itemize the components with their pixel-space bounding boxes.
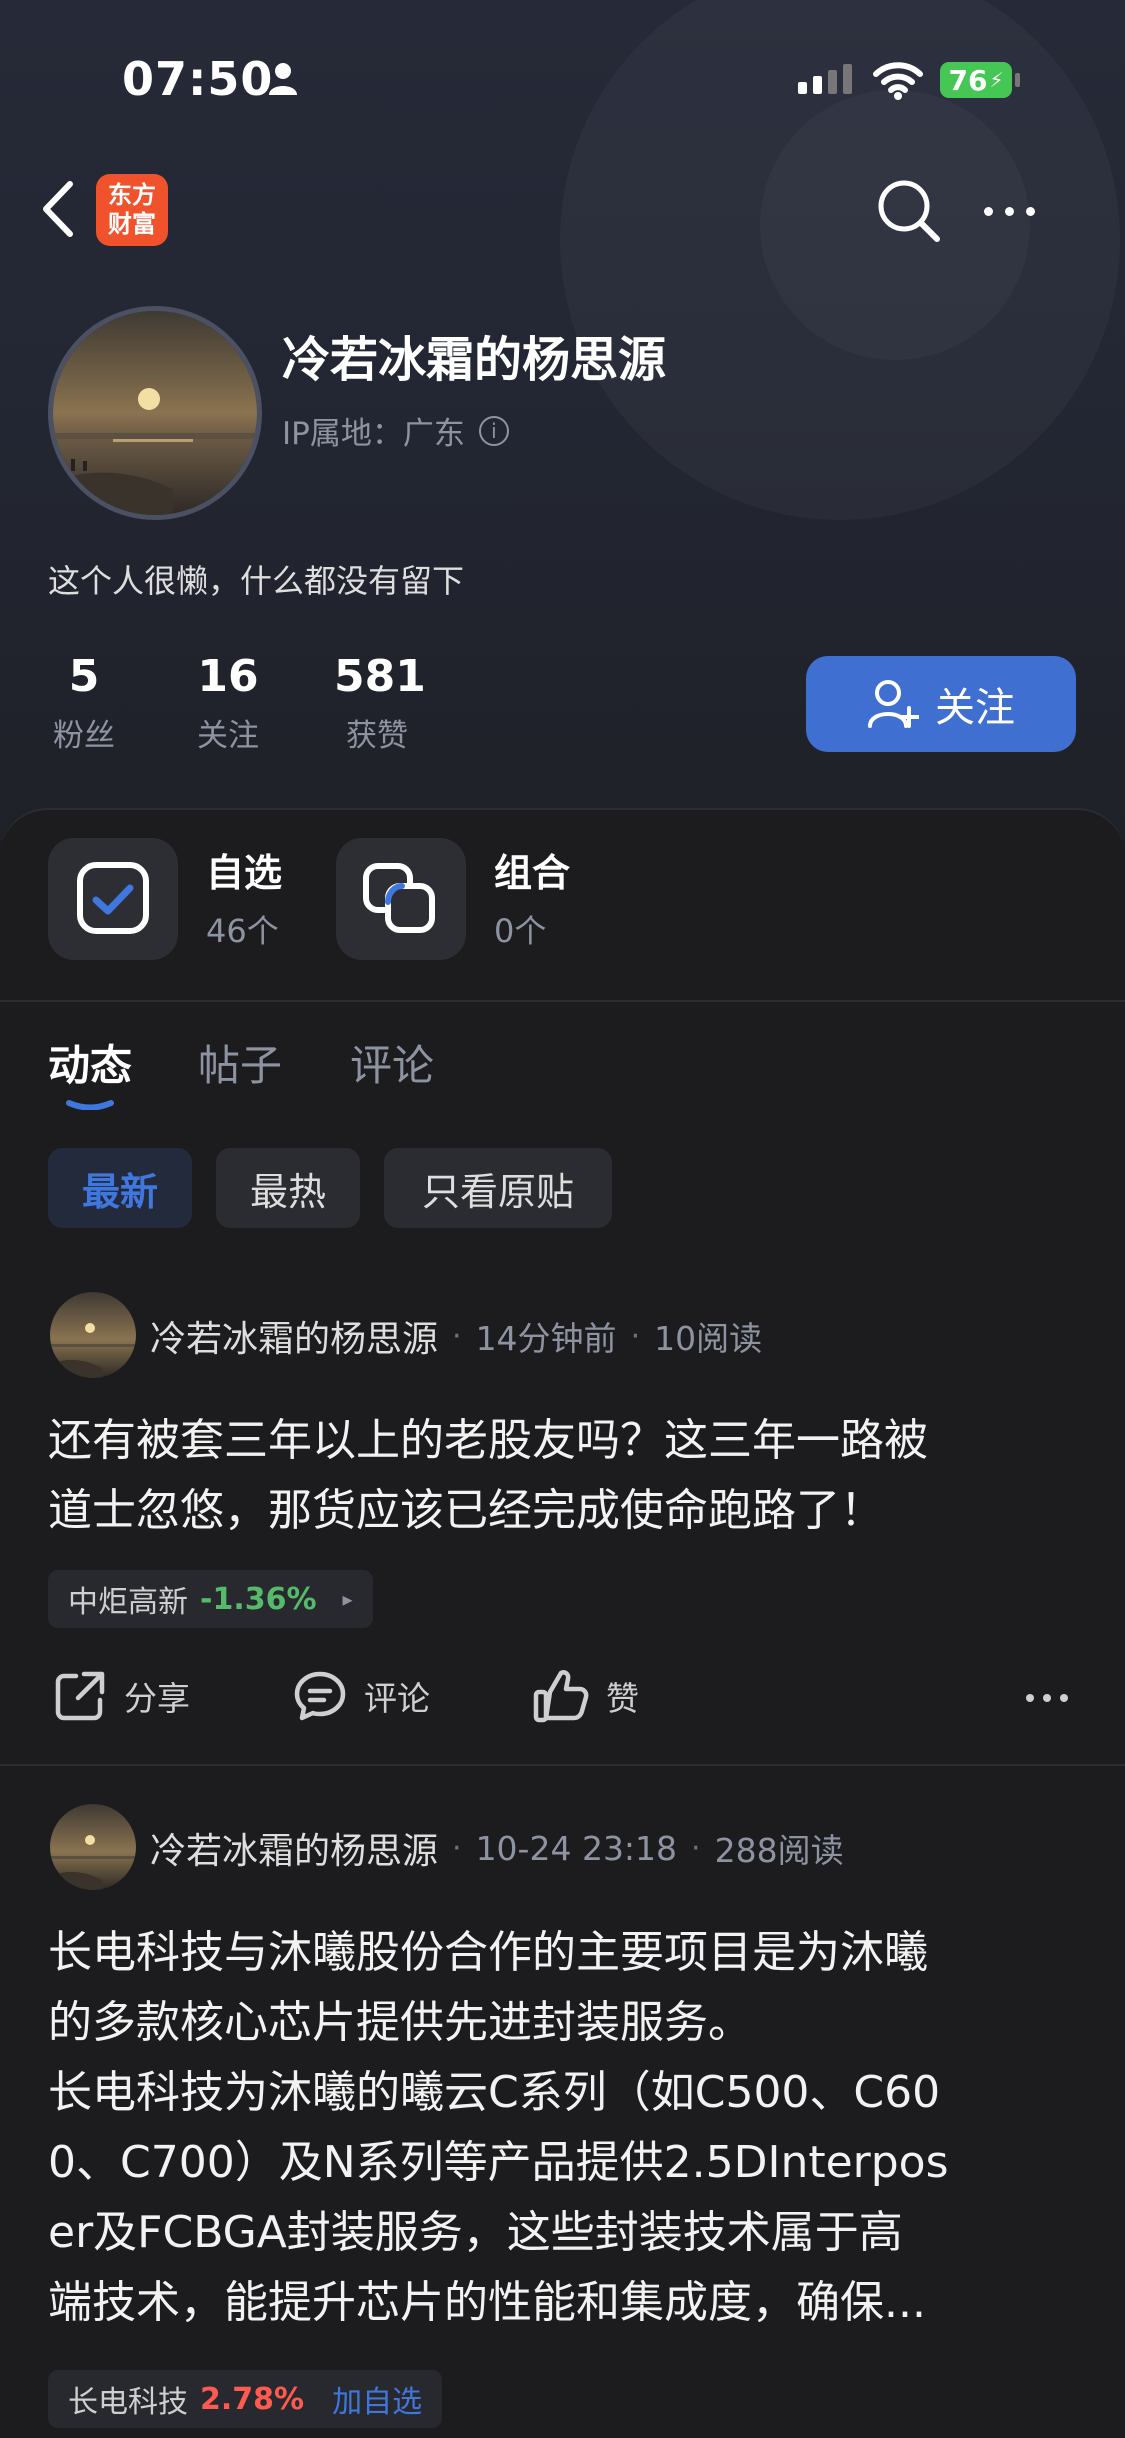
- username: 冷若冰霜的杨思源: [282, 332, 667, 388]
- meta-separator: ·: [452, 1318, 462, 1354]
- ip-location: IP属地：广东 i: [282, 408, 509, 453]
- post-line: 端技术，能提升芯片的性能和集成度，确保...: [48, 2277, 926, 2328]
- meta-separator: ·: [452, 1830, 462, 1866]
- battery-cap: [1015, 73, 1020, 87]
- add-user-icon: [868, 680, 919, 728]
- info-icon[interactable]: i: [478, 415, 509, 446]
- avatar[interactable]: [48, 306, 262, 520]
- meta-separator: ·: [691, 1830, 701, 1866]
- divider: [0, 1000, 1125, 1002]
- app-logo: 东方 财富: [96, 174, 168, 246]
- like-label: 赞: [606, 1679, 639, 1718]
- post-line: 还有被套三年以上的老股友吗？这三年一路被: [48, 1415, 928, 1466]
- app-logo-line: 财富: [108, 210, 156, 238]
- post-body[interactable]: 还有被套三年以上的老股友吗？这三年一路被 道士忽悠，那货应该已经完成使命跑路了！: [48, 1406, 1088, 1546]
- chevron-right-icon: ▸: [342, 1587, 353, 1611]
- share-label: 分享: [124, 1679, 190, 1718]
- sunset-avatar-image: [50, 1292, 136, 1378]
- stat-label: 关注: [197, 718, 259, 754]
- comment-button[interactable]: 评论: [292, 1668, 430, 1724]
- like-button[interactable]: 赞: [532, 1668, 639, 1724]
- share-button[interactable]: 分享: [52, 1668, 190, 1724]
- post-line: 0、C700）及N系列等产品提供2.5DInterpos: [48, 2137, 949, 2188]
- bio: 这个人很懒，什么都没有留下: [48, 562, 465, 600]
- comment-label: 评论: [364, 1679, 430, 1718]
- ip-location-text: IP属地：广东: [282, 416, 465, 452]
- cellular-signal-icon: [798, 64, 852, 94]
- post-author[interactable]: 冷若冰霜的杨思源: [150, 1310, 438, 1362]
- person-icon: [269, 63, 297, 95]
- profile-header: 07:50 76 ⚡ 东方 财富 冷若冰霜的杨思源 IP属地：广东 i 这个人很…: [0, 0, 1125, 840]
- tab-comments[interactable]: 评论: [350, 1032, 434, 1093]
- stock-name: 长电科技: [68, 2385, 188, 2420]
- watchlist-tile[interactable]: [48, 838, 178, 960]
- post-author[interactable]: 冷若冰霜的杨思源: [150, 1822, 438, 1874]
- portfolio-title[interactable]: 组合: [494, 842, 570, 897]
- portfolio-icon: [363, 863, 435, 933]
- stat-value: 581: [334, 651, 426, 702]
- charging-bolt-icon: ⚡: [989, 68, 1004, 92]
- sunset-avatar-image: [50, 1804, 136, 1890]
- post-reads: 288阅读: [714, 1831, 844, 1870]
- back-button[interactable]: [38, 178, 78, 240]
- stock-change: 2.78%: [200, 2381, 305, 2417]
- post-line: er及FCBGA封装服务，这些封装技术属于高: [48, 2207, 903, 2258]
- status-time: 07:50: [122, 52, 274, 106]
- share-icon: [55, 1671, 105, 1721]
- follow-label: 关注: [935, 685, 1015, 731]
- stat-following[interactable]: 16 关注: [190, 650, 266, 755]
- stat-followers[interactable]: 5 粉丝: [48, 650, 120, 755]
- stock-tag[interactable]: 长电科技 2.78% 加自选: [48, 2370, 443, 2428]
- post-author-avatar[interactable]: [50, 1292, 136, 1378]
- filter-latest[interactable]: 最新: [48, 1148, 192, 1228]
- stat-value: 5: [68, 651, 100, 702]
- comment-icon: [294, 1671, 346, 1721]
- watchlist-count: 46个: [206, 912, 279, 950]
- app-logo-line: 东方: [108, 181, 156, 209]
- post-line: 的多款核心芯片提供先进封装服务。: [48, 1997, 752, 2048]
- stat-label: 粉丝: [53, 718, 115, 754]
- sunset-avatar-image: [53, 311, 257, 515]
- battery-indicator: 76 ⚡: [940, 62, 1012, 98]
- post-body[interactable]: 长电科技与沐曦股份合作的主要项目是为沐曦 的多款核心芯片提供先进封装服务。 长电…: [48, 1918, 1088, 2338]
- post-line: 长电科技与沐曦股份合作的主要项目是为沐曦: [48, 1927, 928, 1978]
- watchlist-title[interactable]: 自选: [206, 842, 282, 897]
- follow-button[interactable]: 关注: [806, 656, 1076, 752]
- stock-name: 中炬高新: [68, 1585, 188, 1620]
- stat-value: 16: [197, 651, 259, 702]
- filter-original-only[interactable]: 只看原贴: [384, 1148, 612, 1228]
- post-author-avatar[interactable]: [50, 1804, 136, 1890]
- stock-change: -1.36%: [200, 1581, 317, 1617]
- filter-hottest[interactable]: 最热: [216, 1148, 360, 1228]
- post-line: 长电科技为沐曦的曦云C系列（如C500、C60: [48, 2067, 941, 2118]
- stock-tag[interactable]: 中炬高新 -1.36% ▸: [48, 1570, 373, 1628]
- watchlist-check-icon: [77, 862, 149, 934]
- wifi-icon: [873, 62, 923, 100]
- portfolio-count: 0个: [494, 912, 547, 950]
- post-more-button[interactable]: [1026, 1694, 1068, 1702]
- thumbs-up-icon: [533, 1670, 589, 1723]
- post-time: 14分钟前: [475, 1319, 617, 1358]
- stat-label: 获赞: [346, 718, 408, 754]
- tab-posts[interactable]: 帖子: [198, 1032, 282, 1093]
- meta-separator: ·: [630, 1318, 641, 1354]
- post-meta: 冷若冰霜的杨思源 · 14分钟前 · 10阅读: [150, 1310, 762, 1362]
- add-to-watchlist-link[interactable]: 加自选: [332, 2377, 422, 2421]
- post-reads: 10阅读: [654, 1319, 763, 1358]
- stat-likes[interactable]: 581 获赞: [334, 650, 426, 755]
- post-meta: 冷若冰霜的杨思源 · 10-24 23:18 · 288阅读: [150, 1822, 844, 1874]
- battery-level: 76: [948, 63, 988, 97]
- more-options-button[interactable]: [984, 196, 1048, 226]
- post-line: 道士忽悠，那货应该已经完成使命跑路了！: [48, 1485, 884, 1536]
- portfolio-tile[interactable]: [336, 838, 466, 960]
- active-tab-indicator: [66, 1100, 114, 1110]
- search-icon[interactable]: [876, 178, 942, 244]
- tab-activity[interactable]: 动态: [48, 1032, 132, 1093]
- post-time: 10-24 23:18: [475, 1828, 678, 1868]
- divider: [0, 1764, 1125, 1766]
